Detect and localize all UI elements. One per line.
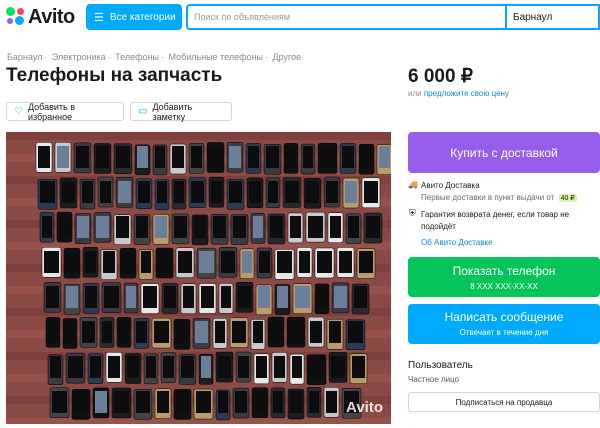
- breadcrumb-item[interactable]: Другое: [273, 52, 302, 62]
- shield-icon: ⛨: [409, 208, 416, 218]
- search-placeholder: Поиск по объявлениям: [194, 12, 291, 22]
- breadcrumb-item[interactable]: Барнаул: [7, 52, 42, 62]
- delivery-subtitle: Первые доставки в пункт выдачи от 40 ₽: [421, 193, 577, 202]
- note-icon: ▭: [138, 106, 148, 117]
- add-to-favorites-button[interactable]: ♡ Добавить в избранное: [6, 101, 124, 122]
- delivery-price-badge: 40 ₽: [558, 194, 577, 202]
- buy-with-delivery-button[interactable]: Купить с доставкой: [408, 132, 600, 173]
- search-input[interactable]: Поиск по объявлениям: [186, 4, 507, 30]
- price-offer-prefix: или: [408, 89, 422, 98]
- write-message-button[interactable]: Написать сообщение Отвечает в течение дн…: [408, 304, 600, 344]
- all-categories-label: Все категории: [109, 11, 176, 23]
- delivery-title: Авито Доставка: [421, 181, 480, 190]
- seller-type: Частное лицо: [408, 375, 460, 384]
- offer-price-link[interactable]: предложите свою цену: [424, 89, 509, 98]
- avito-logo[interactable]: Avito: [6, 6, 75, 28]
- note-label: Добавить заметку: [152, 101, 193, 122]
- price: 6 000 ₽: [408, 66, 473, 87]
- delivery-subtitle-text: Первые доставки в пункт выдачи от: [421, 193, 555, 202]
- city-selector[interactable]: Барнаул: [507, 4, 600, 30]
- categories-icon: ☰: [94, 11, 104, 24]
- breadcrumb-item[interactable]: Электроника: [52, 52, 106, 62]
- subscribe-seller-button[interactable]: Подписаться на продавца: [408, 392, 600, 412]
- seller-name[interactable]: Пользователь: [408, 360, 473, 371]
- show-phone-button[interactable]: Показать телефон 8 XXX XXX-XX-XX: [408, 257, 600, 297]
- listing-photo[interactable]: Avito: [6, 132, 391, 424]
- logo-dots-icon: [6, 7, 26, 27]
- response-time: Отвечает в течение дня: [459, 328, 549, 337]
- breadcrumb-item[interactable]: Мобильные телефоны: [168, 52, 263, 62]
- show-phone-label: Показать телефон: [452, 264, 556, 278]
- truck-icon: 🚚: [408, 180, 418, 189]
- about-delivery-link[interactable]: Об Авито Доставке: [421, 238, 493, 247]
- add-note-button[interactable]: ▭ Добавить заметку: [130, 101, 232, 122]
- all-categories-button[interactable]: ☰ Все категории: [86, 4, 182, 30]
- breadcrumb: Барнаул · Электроника · Телефоны · Мобильны…: [7, 52, 302, 62]
- city-label: Барнаул: [513, 11, 553, 23]
- phones-image: [6, 132, 391, 424]
- avito-watermark: Avito: [346, 399, 383, 416]
- logo-text: Avito: [28, 5, 75, 28]
- breadcrumb-item[interactable]: Телефоны: [115, 52, 159, 62]
- heart-icon: ♡: [14, 106, 23, 117]
- write-message-label: Написать сообщение: [444, 310, 564, 324]
- page-title: Телефоны на запчасть: [6, 65, 223, 86]
- guarantee-text: Гарантия возврата денег, если товар не п…: [421, 210, 570, 231]
- price-offer: или предложите свою цену: [408, 89, 509, 98]
- favorite-label: Добавить в избранное: [27, 101, 76, 122]
- header: Avito ☰ Все категории Поиск по объявлени…: [0, 0, 600, 36]
- phone-number-masked: 8 XXX XXX-XX-XX: [470, 282, 538, 291]
